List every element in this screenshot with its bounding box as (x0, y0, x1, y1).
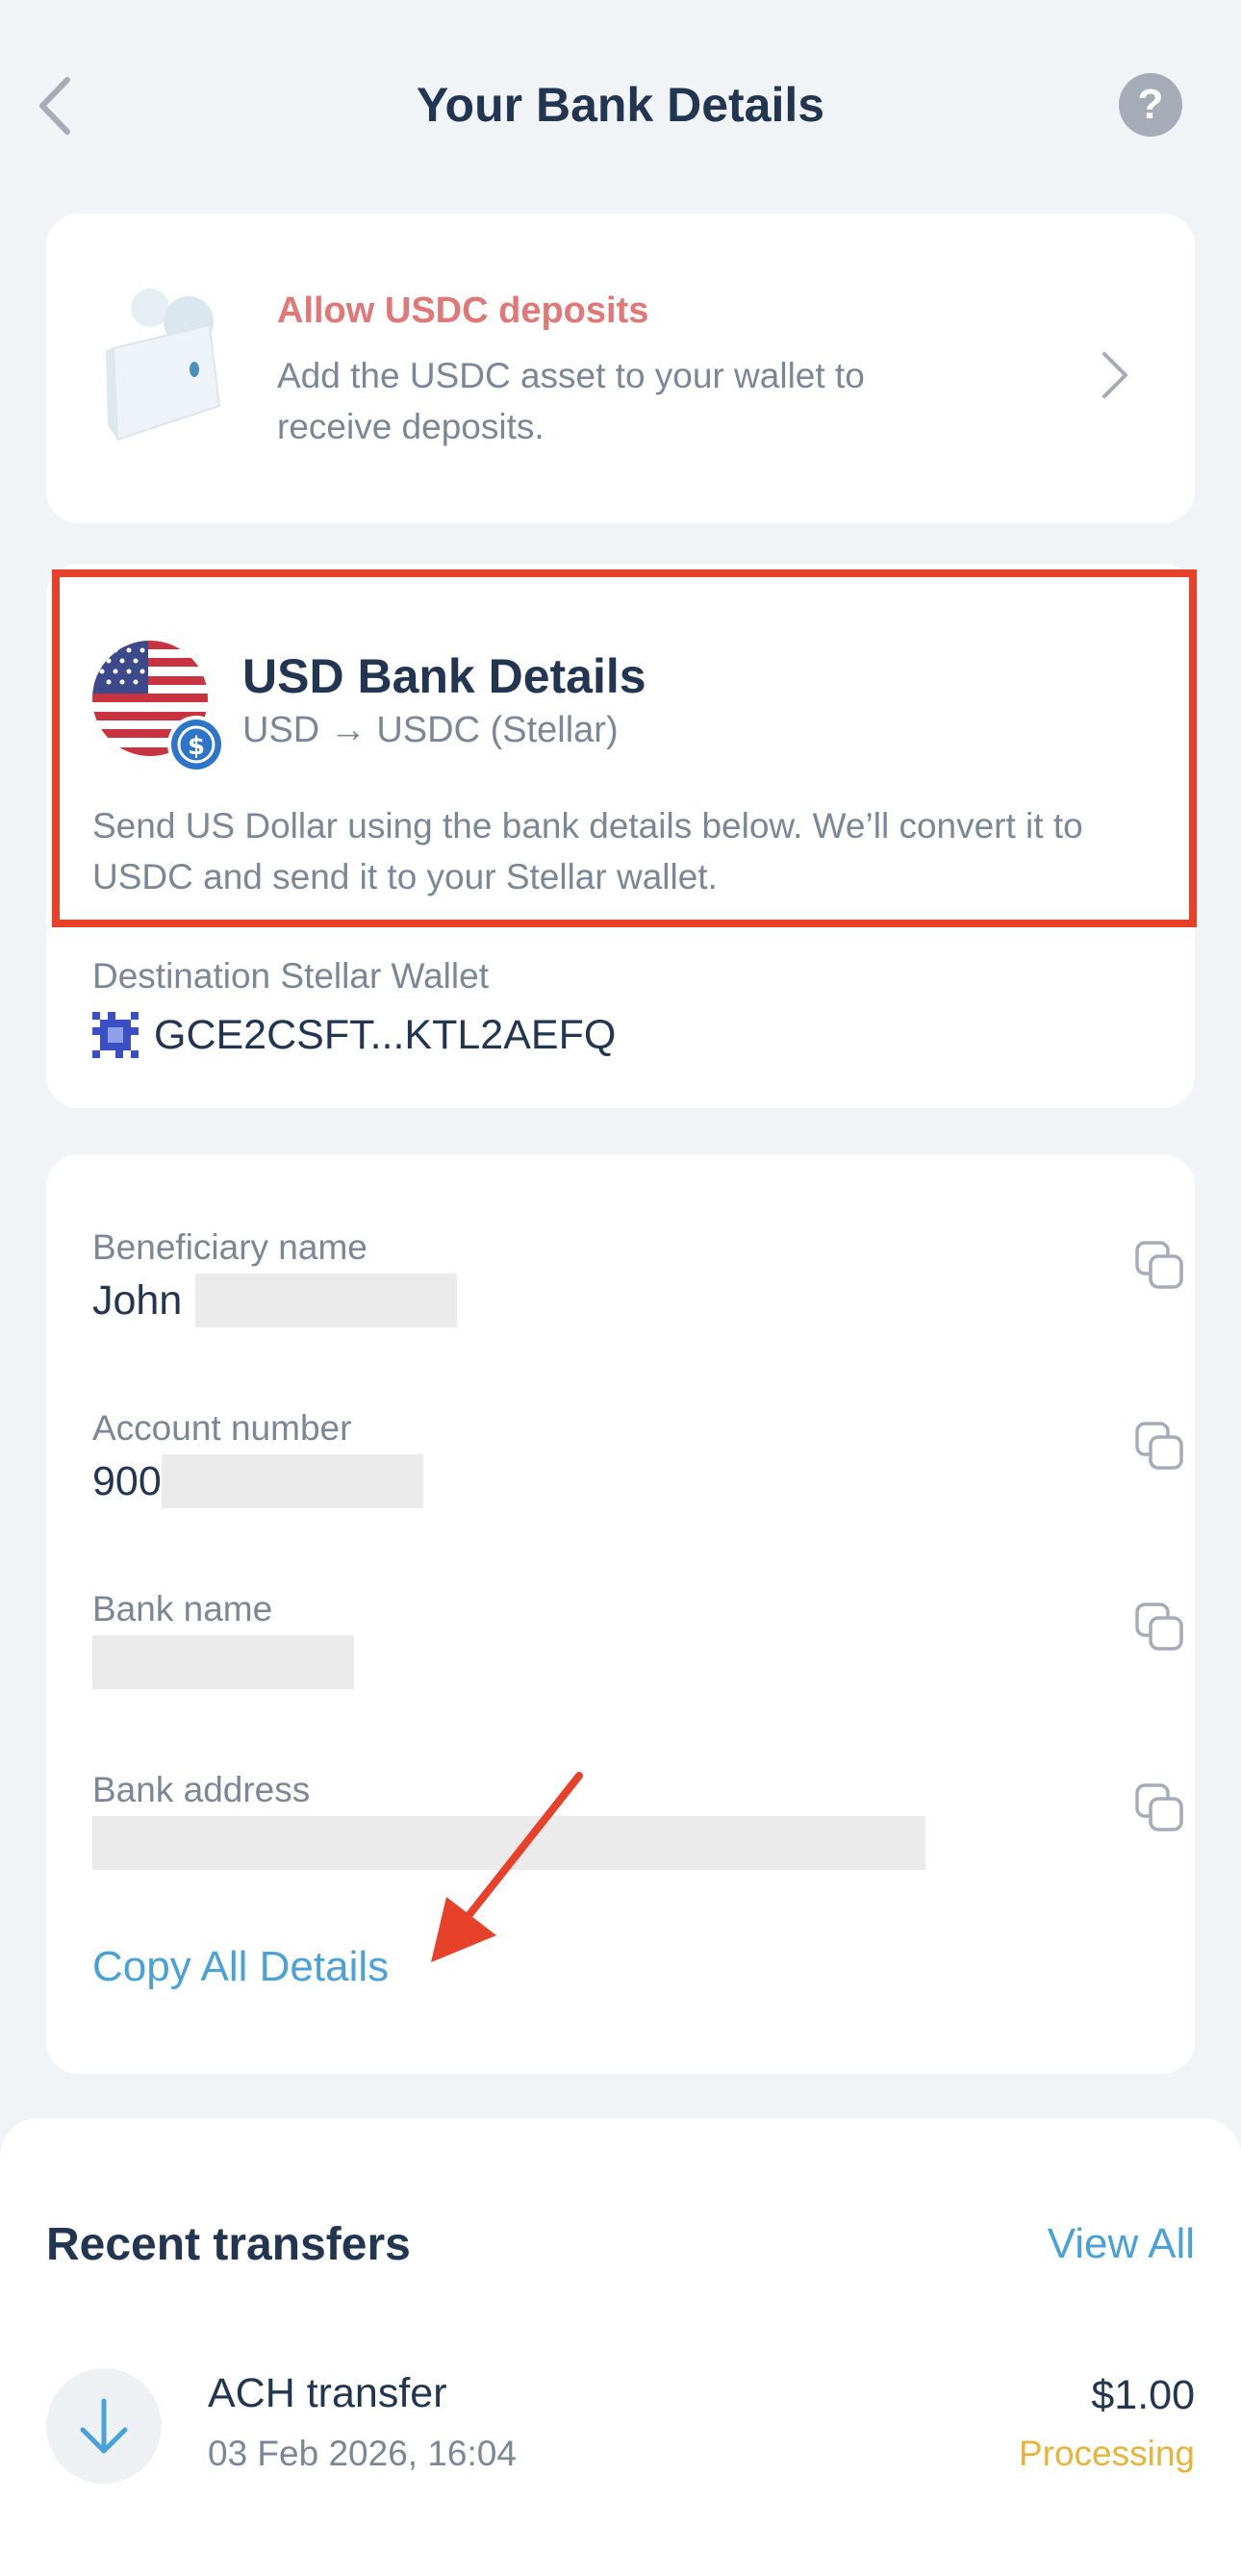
bank-details-description: Send US Dollar using the bank details be… (92, 806, 1083, 897)
usd-bank-details-card: $ USD Bank Details USD → USDC (Stellar) … (46, 564, 1197, 1108)
copy-icon[interactable] (1131, 1418, 1189, 1476)
copy-icon[interactable] (1131, 1599, 1189, 1656)
help-button[interactable]: ? (1119, 73, 1182, 137)
chevron-right-icon (1102, 352, 1127, 398)
currency-flag: $ (92, 641, 227, 775)
destination-wallet-label: Destination Stellar Wallet (92, 956, 489, 996)
conversion-subtitle: USD → USDC (Stellar) (242, 710, 619, 750)
recent-transfers-section: Recent transfers View All ACH transfer 0… (0, 2118, 1241, 2576)
arrow-down-icon (80, 2398, 128, 2454)
transfer-date: 03 Feb 2026, 16:04 (208, 2434, 517, 2473)
field-beneficiary-name: Beneficiary name John (92, 1227, 1183, 1352)
field-label: Account number (92, 1408, 352, 1448)
wallet-identicon-icon (92, 1012, 139, 1058)
allow-usdc-deposits-card[interactable]: Allow USDC deposits Add the USDC asset t… (46, 214, 1195, 523)
field-label: Bank address (92, 1770, 311, 1809)
svg-text:$: $ (188, 732, 205, 761)
transfer-status: Processing (1018, 2434, 1195, 2473)
annotation-arrow-icon (431, 1772, 583, 1962)
field-account-number: Account number 900 (92, 1408, 1183, 1533)
beneficiary-name-value: John (92, 1276, 183, 1324)
destination-wallet-address: GCE2CSFT...KTL2AEFQ (154, 1011, 617, 1058)
page-title: Your Bank Details (416, 78, 825, 132)
copy-icon[interactable] (1131, 1237, 1189, 1295)
bank-details-screen: Your Bank Details ? Allow USDC deposits … (0, 0, 1241, 2576)
destination-wallet-row: GCE2CSFT...KTL2AEFQ (92, 1006, 616, 1064)
field-bank-address: Bank address (92, 1770, 1183, 1895)
field-label: Bank name (92, 1589, 273, 1629)
allow-deposits-title: Allow USDC deposits (277, 290, 649, 331)
bank-details-title: USD Bank Details (242, 649, 646, 703)
field-value (92, 1635, 354, 1689)
field-bank-name: Bank name (92, 1589, 1183, 1714)
recent-transfers-title: Recent transfers (46, 2219, 411, 2270)
redacted-block (195, 1274, 458, 1327)
wallet-illustration-icon (106, 289, 221, 442)
top-bar: Your Bank Details ? (0, 48, 1241, 164)
view-all-link[interactable]: View All (1048, 2220, 1195, 2268)
allow-deposits-description: Add the USDC asset to your wallet to rec… (277, 356, 865, 446)
redacted-block (161, 1454, 423, 1508)
field-label: Beneficiary name (92, 1227, 367, 1267)
field-value: 900 (92, 1454, 423, 1508)
redacted-block (92, 1635, 354, 1689)
transfer-list-item[interactable]: ACH transfer 03 Feb 2026, 16:04 $1.00 Pr… (46, 2364, 1195, 2489)
account-number-value: 900 (92, 1457, 162, 1504)
transfer-name: ACH transfer (208, 2370, 447, 2416)
usdc-coin-icon: $ (167, 716, 225, 773)
transfer-icon-badge (46, 2368, 162, 2484)
transfer-amount: $1.00 (1091, 2372, 1195, 2418)
copy-icon[interactable] (1131, 1780, 1189, 1837)
bank-fields-card: Beneficiary name John Account number 900 (46, 1154, 1195, 2074)
copy-all-details-button[interactable]: Copy All Details (92, 1943, 389, 1991)
field-value: John (92, 1274, 458, 1327)
